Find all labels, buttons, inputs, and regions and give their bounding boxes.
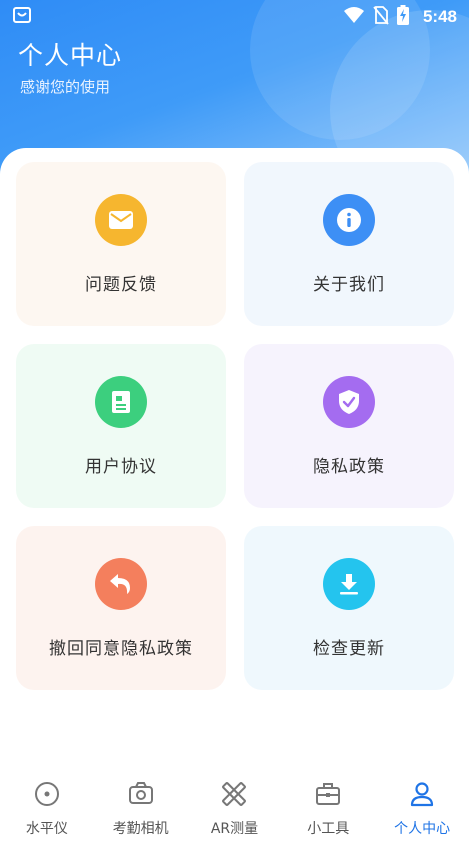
ruler-icon (220, 780, 248, 812)
status-bar: 5:48 (0, 0, 469, 34)
person-icon (408, 780, 436, 812)
tab-label: 考勤相机 (112, 821, 169, 837)
card-label: 问题反馈 (85, 275, 157, 295)
feedback-card[interactable]: 问题反馈 (16, 162, 226, 326)
wifi-icon (343, 6, 365, 28)
withdraw-consent-card[interactable]: 撤回同意隐私政策 (16, 526, 226, 690)
no-sim-icon (373, 5, 389, 29)
card-label: 关于我们 (313, 275, 385, 295)
tab-ar-measure[interactable]: AR测量 (188, 770, 282, 842)
info-icon (323, 194, 375, 246)
page-subtitle: 感谢您的使用 (20, 78, 111, 96)
about-us-card[interactable]: 关于我们 (244, 162, 454, 326)
level-icon (33, 780, 61, 812)
card-label: 隐私政策 (313, 457, 385, 477)
battery-charging-icon (396, 5, 409, 29)
check-update-card[interactable]: 检查更新 (244, 526, 454, 690)
camera-icon (127, 780, 155, 812)
tab-profile[interactable]: 个人中心 (375, 770, 469, 842)
status-time: 5:48 (422, 7, 457, 26)
tab-label: AR测量 (210, 821, 259, 837)
tab-tools[interactable]: 小工具 (281, 770, 375, 842)
undo-icon (95, 558, 147, 610)
user-agreement-card[interactable]: 用户协议 (16, 344, 226, 508)
tab-label: 个人中心 (394, 821, 451, 837)
tab-level[interactable]: 水平仪 (0, 770, 94, 842)
mail-icon (95, 194, 147, 246)
card-label: 撤回同意隐私政策 (49, 639, 193, 659)
download-icon (323, 558, 375, 610)
shield-check-icon (323, 376, 375, 428)
app-notification-icon (12, 5, 32, 29)
tab-label: 小工具 (307, 821, 350, 837)
content-sheet: 问题反馈 关于我们 用户协议 隐私政策 撤回同意隐私政策 检查更新 (0, 148, 469, 768)
tab-attendance-camera[interactable]: 考勤相机 (94, 770, 188, 842)
card-label: 用户协议 (85, 457, 157, 477)
toolbox-icon (314, 780, 342, 812)
document-icon (95, 376, 147, 428)
bottom-tab-bar: 水平仪 考勤相机 AR测量 小工具 个人中心 (0, 770, 469, 842)
page-title: 个人中心 (18, 41, 123, 70)
tab-label: 水平仪 (25, 821, 68, 837)
card-label: 检查更新 (313, 639, 385, 659)
privacy-policy-card[interactable]: 隐私政策 (244, 344, 454, 508)
